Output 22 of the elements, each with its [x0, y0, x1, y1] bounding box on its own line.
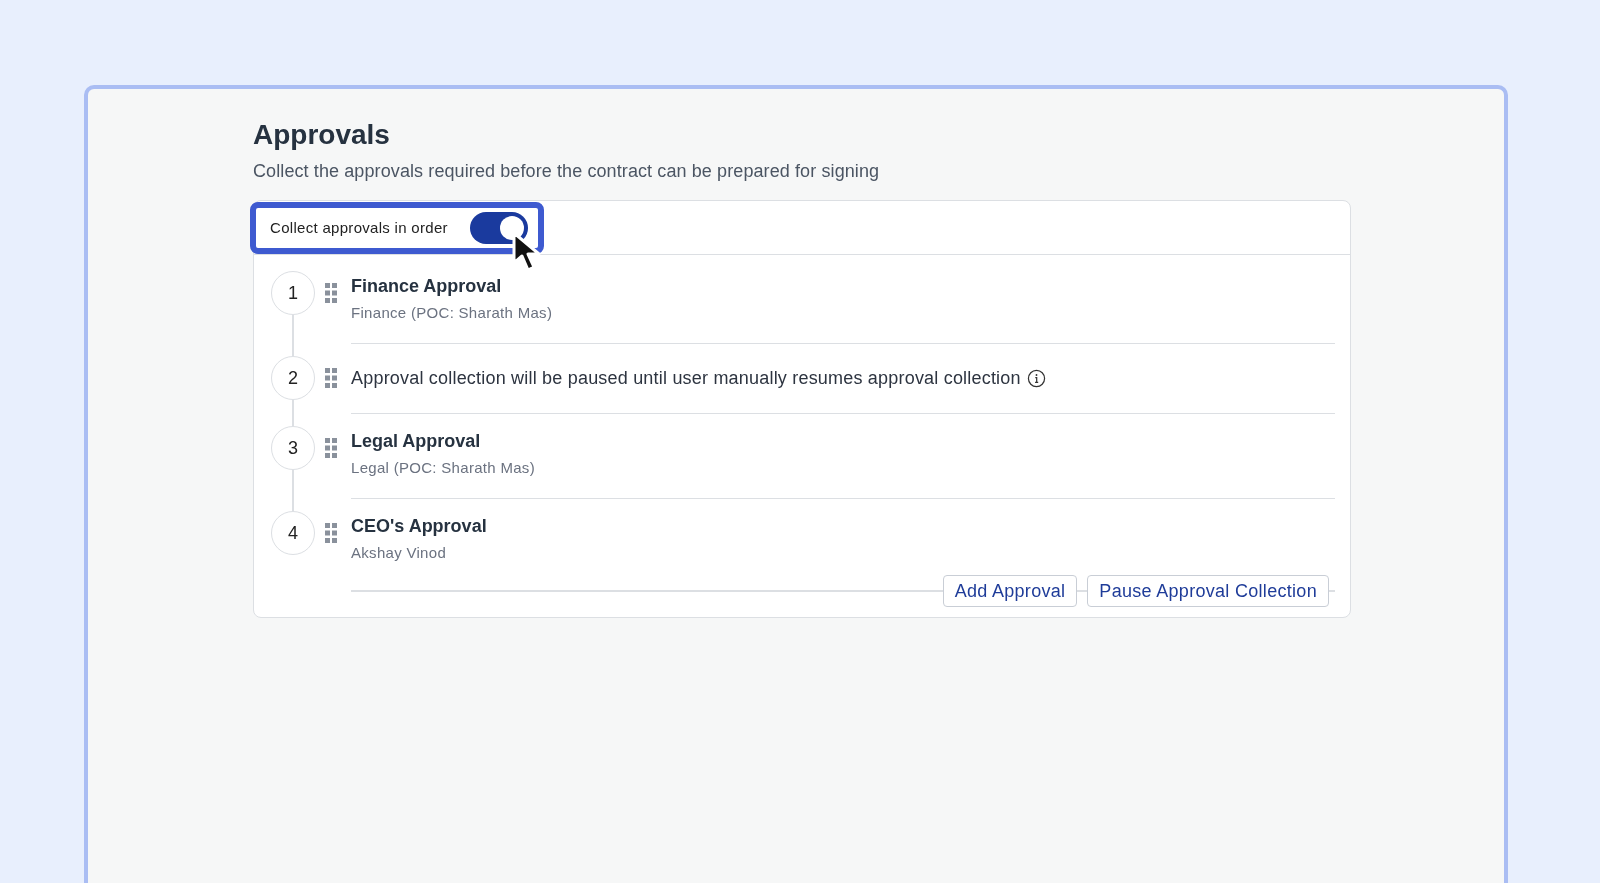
page-subtitle: Collect the approvals required before the contract can be prepared for signing [253, 161, 881, 182]
drag-handle-icon[interactable] [325, 523, 337, 543]
approval-title: Legal Approval [351, 431, 482, 452]
approval-detail: Legal (POC: Sharath Mas) [351, 459, 536, 476]
pause-message: Approval collection will be paused until user manually resumes approval collection [351, 368, 1021, 389]
drag-handle-icon[interactable] [325, 368, 337, 388]
pause-collection-button[interactable]: Pause Approval Collection [1087, 575, 1329, 607]
page-title: Approvals [253, 119, 391, 151]
step-number: 4 [271, 511, 315, 555]
info-icon[interactable] [1026, 369, 1046, 388]
order-toggle[interactable] [469, 211, 528, 244]
approval-detail: Finance (POC: Sharath Mas) [351, 304, 554, 321]
step-number: 3 [271, 426, 315, 470]
approval-title: CEO's Approval [351, 516, 488, 537]
approval-title: Finance Approval [351, 276, 503, 297]
add-approval-button[interactable]: Add Approval [942, 575, 1078, 607]
step-number: 1 [271, 271, 315, 315]
toggle-label: Collect approvals in order [270, 219, 448, 236]
drag-handle-icon[interactable] [325, 438, 337, 458]
drag-handle-icon[interactable] [325, 283, 337, 303]
approval-detail: Akshay Vinod [351, 544, 448, 561]
step-number: 2 [271, 356, 315, 400]
